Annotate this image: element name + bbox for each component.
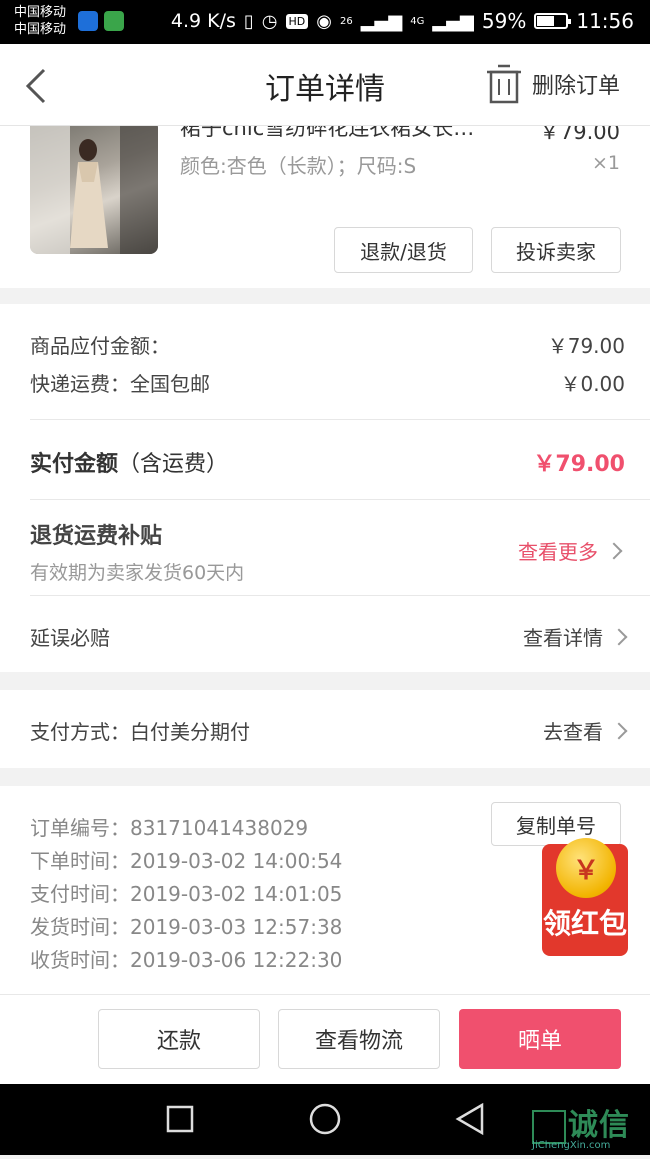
order-info-lines: 订单编号：83171041438029 下单时间：2019-03-02 14:0…	[30, 812, 342, 977]
clock: 11:56	[576, 9, 634, 33]
carrier-info: 中国移动 中国移动	[14, 4, 66, 38]
app-notification-icon	[104, 11, 124, 31]
red-packet-label: 领红包	[542, 907, 627, 940]
bottom-action-bar: 还款 查看物流 晒单	[0, 994, 650, 1084]
paid-amount-note: （含运费）	[118, 452, 229, 477]
product-thumbnail[interactable]	[30, 126, 158, 254]
chevron-right-icon	[605, 542, 623, 559]
delay-compensation-label: 延误必赔	[30, 626, 110, 650]
delay-compensation-row[interactable]: 延误必赔 查看详情	[30, 622, 628, 651]
delete-order-button[interactable]: 删除订单	[486, 64, 620, 104]
goods-amount-row: 商品应付金额： ￥79.00	[30, 330, 625, 359]
receive-time: 收货时间：2019-03-06 12:22:30	[30, 948, 343, 972]
carrier-2: 中国移动	[14, 22, 67, 37]
payment-method-label: 支付方式：白付美分期付	[30, 720, 250, 744]
trash-icon	[486, 64, 521, 104]
go-view-label: 去查看	[543, 720, 603, 744]
product-spec: 颜色:杏色（长款）；尺码:S	[180, 154, 417, 178]
share-order-button[interactable]: 晒单	[459, 1009, 621, 1069]
network-speed: 4.9 K/s	[170, 10, 236, 32]
order-time: 下单时间：2019-03-02 14:00:54	[30, 849, 343, 873]
view-logistics-button[interactable]: 查看物流	[278, 1009, 440, 1069]
amount-card: 商品应付金额： ￥79.00 快递运费：全国包邮 ￥0.00 实付金额（含运费）…	[0, 304, 650, 672]
alarm-icon: ◷	[261, 10, 278, 32]
payment-method-row[interactable]: 支付方式：白付美分期付 去查看	[30, 716, 628, 745]
shield-app-icon	[78, 11, 98, 31]
home-icon[interactable]	[309, 1103, 341, 1135]
product-price: ￥79.00	[538, 126, 620, 144]
paid-amount-label: 实付金额	[30, 452, 119, 477]
copy-order-number-button[interactable]: 复制单号	[491, 802, 621, 846]
chevron-right-icon	[610, 628, 628, 645]
battery-fill	[537, 16, 554, 26]
paid-amount-value: ￥79.00	[533, 452, 625, 477]
product-card[interactable]: 裙子chic雪纺碎花连衣裙女长… ￥79.00 颜色:杏色（长款）；尺码:S ×…	[0, 126, 650, 288]
paid-amount-row: 实付金额（含运费） ￥79.00	[30, 446, 625, 478]
delete-order-label: 删除订单	[531, 74, 620, 99]
order-number: 订单编号：83171041438029	[30, 816, 309, 840]
ship-time: 发货时间：2019-03-03 12:57:38	[30, 915, 343, 939]
product-quantity: ×1	[591, 152, 620, 174]
battery-percent: 59%	[481, 9, 527, 33]
watermark: 诚信 JiChengXin.com	[532, 1100, 630, 1151]
refund-return-button[interactable]: 退款/退货	[334, 227, 473, 273]
nav-bar: 订单详情 删除订单	[0, 44, 650, 126]
network-type-2: 4G	[410, 15, 425, 27]
divider	[30, 595, 650, 596]
vibrate-icon: ▯	[243, 10, 254, 32]
hd-icon: HD	[285, 13, 309, 29]
status-bar: 中国移动 中国移动 4.9 K/s ▯ ◷ HD ◉ 26 ▂▄▆ 4G ▂▄▆…	[0, 0, 650, 44]
return-subsidy-desc: 有效期为卖家发货60天内	[30, 562, 245, 584]
repay-button[interactable]: 还款	[98, 1009, 260, 1069]
payment-card[interactable]: 支付方式：白付美分期付 去查看	[0, 690, 650, 768]
signal-icon-2: ▂▄▆	[432, 10, 474, 32]
signal-icon-1: ▂▄▆	[360, 10, 403, 32]
product-name[interactable]: 裙子chic雪纺碎花连衣裙女长…	[180, 126, 480, 142]
divider	[30, 419, 650, 420]
status-indicators: 4.9 K/s ▯ ◷ HD ◉ 26 ▂▄▆ 4G ▂▄▆ 59% 11:56	[171, 9, 634, 33]
coin-icon: ￥	[556, 838, 616, 898]
complain-seller-button[interactable]: 投诉卖家	[491, 227, 621, 273]
carrier-1: 中国移动	[14, 5, 67, 20]
view-more-link[interactable]: 查看更多	[518, 536, 623, 565]
battery-icon	[534, 13, 572, 29]
return-subsidy-title: 退货运费补贴	[30, 524, 163, 549]
shipping-label: 快递运费：全国包邮	[30, 372, 210, 396]
eye-icon: ◉	[316, 10, 332, 32]
pay-time: 支付时间：2019-03-02 14:01:05	[30, 882, 343, 906]
return-subsidy-info: 退货运费补贴 有效期为卖家发货60天内	[30, 518, 244, 585]
chevron-right-icon	[610, 722, 628, 739]
view-more-label: 查看更多	[518, 540, 598, 564]
red-packet-button[interactable]: ￥ 领红包	[542, 838, 628, 956]
network-type-1: 26	[339, 15, 353, 27]
divider	[30, 499, 650, 500]
watermark-text: 诚信	[568, 1108, 630, 1143]
shipping-value: ￥0.00	[560, 372, 625, 396]
view-details-label: 查看详情	[523, 626, 603, 650]
goods-amount-label: 商品应付金额：	[30, 334, 170, 358]
shipping-row: 快递运费：全国包邮 ￥0.00	[30, 368, 625, 397]
back-nav-icon[interactable]	[455, 1102, 484, 1136]
recent-apps-icon[interactable]	[166, 1105, 194, 1133]
watermark-logo-icon	[532, 1109, 566, 1144]
goods-amount-value: ￥79.00	[547, 334, 625, 358]
watermark-main: 诚信	[532, 1100, 630, 1144]
product-photo	[30, 126, 158, 254]
